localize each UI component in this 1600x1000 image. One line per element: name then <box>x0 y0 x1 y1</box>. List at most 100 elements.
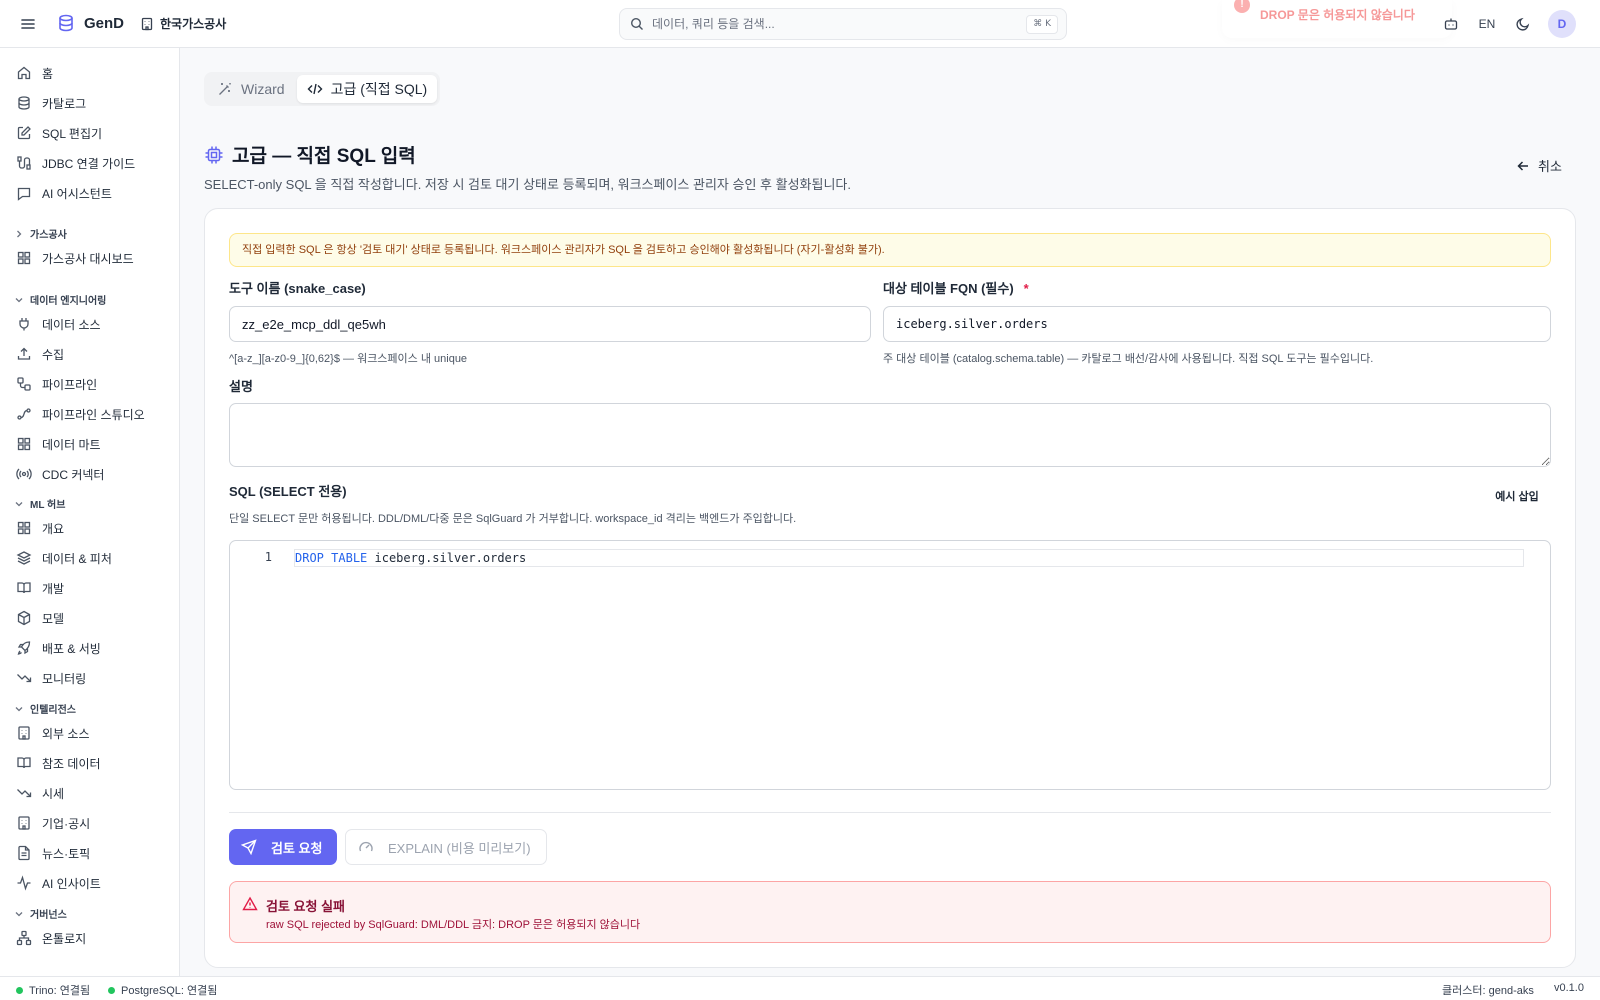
user-avatar[interactable]: D <box>1548 10 1576 38</box>
chevron-right-icon <box>14 229 24 239</box>
sidebar-item-ai-insight[interactable]: AI 인사이트 <box>16 872 101 894</box>
trending-down-icon <box>16 670 32 686</box>
sidebar-item-catalog[interactable]: 카탈로그 <box>16 92 86 114</box>
sidebar-item-label: JDBC 연결 가이드 <box>42 156 136 171</box>
sidebar-item-monitoring[interactable]: 모니터링 <box>16 667 86 689</box>
error-toast: ! DROP 문은 허용되지 않습니다 <box>1222 0 1452 38</box>
chevron-down-icon <box>14 295 24 305</box>
code-line[interactable]: DROP TABLE iceberg.silver.orders <box>294 549 1524 567</box>
request-review-button[interactable]: 검토 요청 <box>229 829 337 865</box>
app-logo[interactable]: GenD <box>56 13 124 33</box>
alert-icon: ! <box>1234 0 1250 13</box>
tool-name-hint: ^[a-z_][a-z0-9_]{0,62}$ — 워크스페이스 내 uniqu… <box>229 353 468 365</box>
sidebar-item-label: 데이터 & 피처 <box>42 551 112 566</box>
version-label: v0.1.0 <box>1554 982 1584 994</box>
search-shortcut-badge: ⌘ K <box>1026 15 1058 34</box>
edit-icon <box>16 125 32 141</box>
sql-editor[interactable]: 1 DROP TABLE iceberg.silver.orders <box>229 540 1551 790</box>
org-selector[interactable]: 한국가스공사 <box>140 15 226 32</box>
sidebar-item-ontology[interactable]: 온톨로지 <box>16 927 86 949</box>
sidebar-item-label: 파이프라인 <box>42 377 98 392</box>
workflow-icon <box>16 376 32 392</box>
home-icon <box>16 65 32 81</box>
sidebar-group-intelligence[interactable]: 인텔리전스 <box>14 701 76 716</box>
sidebar-item-label: 참조 데이터 <box>42 756 101 771</box>
sidebar-item-data-mart[interactable]: 데이터 마트 <box>16 433 101 455</box>
sidebar-group-data-engineering[interactable]: 데이터 엔지니어링 <box>14 292 106 307</box>
tab-wizard[interactable]: Wizard <box>207 75 295 103</box>
database-icon <box>16 95 32 111</box>
sidebar-item-data-source[interactable]: 데이터 소스 <box>16 313 101 335</box>
sql-keyword: TABLE <box>331 551 368 565</box>
sql-label: SQL (SELECT 전용) <box>229 484 347 499</box>
line-number: 1 <box>264 550 272 564</box>
sidebar-item-home[interactable]: 홈 <box>16 62 53 84</box>
network-icon <box>16 930 32 946</box>
bot-icon[interactable] <box>1440 13 1462 35</box>
moon-icon[interactable] <box>1512 13 1534 35</box>
tool-name-input[interactable] <box>229 306 871 342</box>
description-textarea[interactable] <box>229 403 1551 467</box>
sidebar-item-label: 외부 소스 <box>42 726 90 741</box>
tool-name-label: 도구 이름 (snake_case) <box>229 281 366 296</box>
menu-icon[interactable] <box>18 14 38 34</box>
toast-message: DROP 문은 허용되지 않습니다 <box>1260 8 1415 22</box>
sidebar-item-label: 수집 <box>42 347 65 362</box>
insert-example-button[interactable]: 예시 삽입 <box>1485 486 1549 508</box>
sidebar-group-label: 데이터 엔지니어링 <box>30 296 107 307</box>
page-title: 고급 — 직접 SQL 입력 <box>204 141 416 168</box>
fqn-input[interactable] <box>883 306 1551 342</box>
trino-status-text: Trino: 연결됨 <box>29 985 91 997</box>
sidebar-item-develop[interactable]: 개발 <box>16 577 64 599</box>
app-name: GenD <box>84 14 125 32</box>
sidebar-item-model[interactable]: 모델 <box>16 607 64 629</box>
trino-status: Trino: 연결됨 <box>16 982 90 998</box>
cancel-button[interactable]: 취소 <box>1516 156 1562 175</box>
fqn-label-text: 대상 테이블 FQN (필수) <box>883 281 1014 296</box>
radio-icon <box>16 466 32 482</box>
sidebar-item-reference-data[interactable]: 참조 데이터 <box>16 752 101 774</box>
sidebar-item-label: 개발 <box>42 581 65 596</box>
sidebar-item-data-features[interactable]: 데이터 & 피처 <box>16 547 112 569</box>
cluster-status: 클러스터: gend-aks <box>1442 985 1534 997</box>
sidebar-item-market-price[interactable]: 시세 <box>16 782 64 804</box>
sidebar-group-governance[interactable]: 거버넌스 <box>14 906 67 921</box>
plug-icon <box>16 316 32 332</box>
error-alert: 검토 요청 실패 raw SQL rejected by SqlGuard: D… <box>229 881 1551 943</box>
layers-icon <box>16 550 32 566</box>
sidebar-item-external-source[interactable]: 외부 소스 <box>16 722 90 744</box>
rocket-icon <box>16 640 32 656</box>
code-icon <box>307 81 323 97</box>
sidebar-item-deploy[interactable]: 배포 & 서빙 <box>16 637 101 659</box>
sidebar-item-sql-editor[interactable]: SQL 편집기 <box>16 122 102 144</box>
sidebar-item-gas-dashboard[interactable]: 가스공사 대시보드 <box>16 247 134 269</box>
activity-icon <box>16 875 32 891</box>
sidebar-item-label: 파이프라인 스튜디오 <box>42 407 145 422</box>
sidebar-group-gas[interactable]: 가스공사 <box>14 226 67 241</box>
sidebar-item-pipeline-studio[interactable]: 파이프라인 스튜디오 <box>16 403 145 425</box>
sidebar-item-ai-assistant[interactable]: AI 어시스턴트 <box>16 182 112 204</box>
sidebar-item-cdc[interactable]: CDC 커넥터 <box>16 463 104 485</box>
explain-button[interactable]: EXPLAIN (비용 미리보기) <box>345 829 547 865</box>
sidebar-item-news-topic[interactable]: 뉴스·토픽 <box>16 842 90 864</box>
global-search[interactable]: ⌘ K <box>619 8 1067 40</box>
search-input[interactable] <box>652 17 1022 31</box>
sidebar-item-jdbc[interactable]: JDBC 연결 가이드 <box>16 152 135 174</box>
top-bar: GenD 한국가스공사 ⌘ K ! DROP 문은 허용되지 않습니다 EN D <box>0 0 1600 48</box>
sidebar-item-label: AI 어시스턴트 <box>42 186 112 201</box>
sidebar-item-label: 뉴스·토픽 <box>42 846 91 861</box>
language-toggle[interactable]: EN <box>1476 17 1498 31</box>
sidebar-item-label: 데이터 마트 <box>42 437 101 452</box>
sidebar-item-ingest[interactable]: 수집 <box>16 343 64 365</box>
wand-icon <box>217 81 233 97</box>
status-bar: Trino: 연결됨 PostgreSQL: 연결됨 클러스터: gend-ak… <box>0 976 1600 1000</box>
search-icon <box>630 17 644 31</box>
sql-keyword: DROP <box>295 551 324 565</box>
sidebar-item-label: 기업·공시 <box>42 816 91 831</box>
sidebar-item-overview[interactable]: 개요 <box>16 517 64 539</box>
sidebar-item-company-disclosure[interactable]: 기업·공시 <box>16 812 90 834</box>
sidebar-group-label: 거버넌스 <box>30 910 67 921</box>
sidebar-item-pipeline[interactable]: 파이프라인 <box>16 373 97 395</box>
sidebar-group-ml-hub[interactable]: ML 허브 <box>14 496 65 511</box>
tab-advanced-sql[interactable]: 고급 (직접 SQL) <box>296 75 438 103</box>
